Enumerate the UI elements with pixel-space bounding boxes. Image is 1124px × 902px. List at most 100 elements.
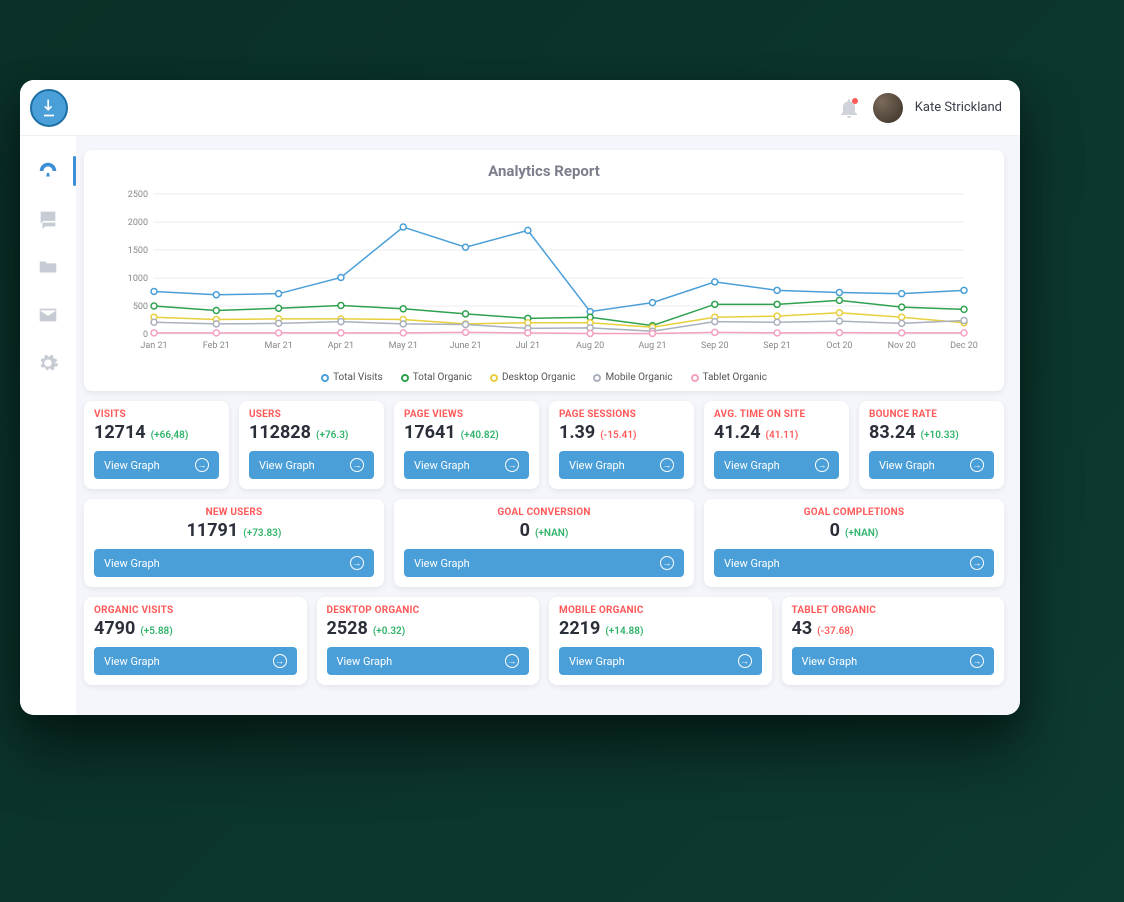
svg-text:1000: 1000 xyxy=(128,274,148,284)
svg-text:0: 0 xyxy=(143,330,148,340)
kpi-value: 83.24 (+10.33) xyxy=(869,422,994,443)
view-graph-button[interactable]: View Graph→ xyxy=(714,549,994,577)
view-graph-button[interactable]: View Graph → xyxy=(94,647,297,675)
kpi-delta: (41.11) xyxy=(766,430,799,441)
arrow-right-icon: → xyxy=(350,458,364,472)
settings-icon[interactable] xyxy=(37,352,59,374)
view-graph-button[interactable]: View Graph → xyxy=(714,451,839,479)
kpi-title: MOBILE ORGANIC xyxy=(559,605,762,616)
arrow-right-icon: → xyxy=(505,458,519,472)
button-label: View Graph xyxy=(414,459,470,472)
kpi-card: ORGANIC VISITS 4790 (+5.88) View Graph → xyxy=(84,597,307,685)
kpi-value: 0 (+NAN) xyxy=(714,520,994,541)
kpi-card: GOAL COMPLETIONS0 (+NAN)View Graph→ xyxy=(704,499,1004,587)
kpi-card: DESKTOP ORGANIC2528 (+0.32)View Graph→ xyxy=(317,597,540,685)
view-graph-button[interactable]: View Graph → xyxy=(327,647,530,675)
kpi-delta: (+40.82) xyxy=(461,430,499,441)
kpi-delta: (+10.33) xyxy=(921,430,959,441)
kpi-card: USERS112828 (+76.3)View Graph→ xyxy=(239,401,384,489)
svg-text:Aug 20: Aug 20 xyxy=(576,341,604,351)
button-label: View Graph xyxy=(414,557,470,570)
view-graph-button[interactable]: View Graph→ xyxy=(869,451,994,479)
app-window: Kate Strickland Analytics Report 0 500 100… xyxy=(20,80,1020,715)
notifications-icon[interactable] xyxy=(837,96,861,120)
svg-text:2500: 2500 xyxy=(128,190,148,200)
kpi-value: 11791 (+73.83) xyxy=(94,520,374,541)
svg-text:2000: 2000 xyxy=(128,218,148,228)
analytics-chart-card: Analytics Report 0 500 1000 1500 2000 2500 Jan… xyxy=(84,150,1004,391)
view-graph-button[interactable]: View Graph→ xyxy=(792,647,995,675)
svg-text:Jan 21: Jan 21 xyxy=(140,341,167,351)
button-label: View Graph xyxy=(724,557,780,570)
user-name[interactable]: Kate Strickland xyxy=(915,100,1002,115)
svg-text:June 21: June 21 xyxy=(450,341,482,351)
kpi-card: NEW USERS 11791 (+73.83) View Graph→ xyxy=(84,499,384,587)
pointer-icon xyxy=(39,98,59,118)
kpi-delta: (+73.83) xyxy=(243,528,281,539)
kpi-title: VISITS xyxy=(94,409,219,420)
arrow-right-icon: → xyxy=(273,654,287,668)
kpi-delta: (-15.41) xyxy=(600,430,636,441)
mail-icon[interactable] xyxy=(37,304,59,326)
view-graph-button[interactable]: View Graph→ xyxy=(94,451,219,479)
svg-text:500: 500 xyxy=(133,302,148,312)
kpi-value: 43 (-37.68) xyxy=(792,618,995,639)
svg-text:May 21: May 21 xyxy=(389,341,418,351)
arrow-right-icon: → xyxy=(738,654,752,668)
svg-text:Dec 20: Dec 20 xyxy=(950,341,978,351)
user-area: Kate Strickland xyxy=(837,93,1002,123)
kpi-title: DESKTOP ORGANIC xyxy=(327,605,530,616)
svg-text:Sep 21: Sep 21 xyxy=(763,341,791,351)
view-graph-button[interactable]: View Graph→ xyxy=(94,549,374,577)
button-label: View Graph xyxy=(337,655,393,668)
dashboard-icon[interactable] xyxy=(37,160,59,182)
main-content: Analytics Report 0 500 1000 1500 2000 2500 Jan… xyxy=(76,136,1020,715)
view-graph-button[interactable]: View Graph → xyxy=(404,451,529,479)
button-label: View Graph xyxy=(259,459,315,472)
kpi-card: BOUNCE RATE 83.24 (+10.33) View Graph→ xyxy=(859,401,1004,489)
button-label: View Graph xyxy=(104,459,160,472)
kpi-title: USERS xyxy=(249,409,374,420)
button-label: View Graph xyxy=(104,655,160,668)
kpi-title: TABLET ORGANIC xyxy=(792,605,995,616)
kpi-title: BOUNCE RATE xyxy=(869,409,994,420)
svg-text:Jul 21: Jul 21 xyxy=(516,341,540,351)
view-graph-button[interactable]: View Graph→ xyxy=(559,647,762,675)
arrow-right-icon: → xyxy=(815,458,829,472)
kpi-title: NEW USERS xyxy=(94,507,374,518)
svg-text:Sep 20: Sep 20 xyxy=(701,341,729,351)
view-graph-button[interactable]: View Graph → xyxy=(559,451,684,479)
kpi-card: TABLET ORGANIC 43 (-37.68) View Graph→ xyxy=(782,597,1005,685)
avatar[interactable] xyxy=(873,93,903,123)
kpi-title: ORGANIC VISITS xyxy=(94,605,297,616)
kpi-value: 4790 (+5.88) xyxy=(94,618,297,639)
view-graph-button[interactable]: View Graph→ xyxy=(404,549,684,577)
kpi-title: PAGE SESSIONS xyxy=(559,409,684,420)
arrow-right-icon: → xyxy=(970,654,984,668)
kpi-delta: (+5.88) xyxy=(140,626,172,637)
arrow-right-icon: → xyxy=(350,556,364,570)
analytics-line-chart: 05001000150020002500Jan 21Feb 21Mar 21Ap… xyxy=(102,184,986,354)
view-graph-button[interactable]: View Graph → xyxy=(249,451,374,479)
kpi-row-1: VISITS12714 (+66,48)View Graph→USERS1128… xyxy=(84,401,1004,489)
button-label: View Graph xyxy=(569,459,625,472)
kpi-value: 17641 (+40.82) xyxy=(404,422,529,443)
svg-text:Oct 20: Oct 20 xyxy=(826,341,852,351)
kpi-value: 0 (+NAN) xyxy=(404,520,684,541)
svg-text:Apr 21: Apr 21 xyxy=(328,341,354,351)
app-logo[interactable] xyxy=(30,89,68,127)
kpi-delta: (+NAN) xyxy=(845,528,878,539)
kpi-delta: (+14.88) xyxy=(605,626,643,637)
button-label: View Graph xyxy=(724,459,780,472)
svg-text:1500: 1500 xyxy=(128,246,148,256)
chat-icon[interactable] xyxy=(37,208,59,230)
arrow-right-icon: → xyxy=(505,654,519,668)
sidebar xyxy=(20,136,76,715)
arrow-right-icon: → xyxy=(660,458,674,472)
kpi-card: PAGE SESSIONS1.39 (-15.41)View Graph→ xyxy=(549,401,694,489)
folder-icon[interactable] xyxy=(37,256,59,278)
kpi-delta: (+NAN) xyxy=(535,528,568,539)
kpi-card: PAGE VIEWS17641 (+40.82)View Graph→ xyxy=(394,401,539,489)
chart-title: Analytics Report xyxy=(102,162,986,180)
arrow-right-icon: → xyxy=(970,458,984,472)
